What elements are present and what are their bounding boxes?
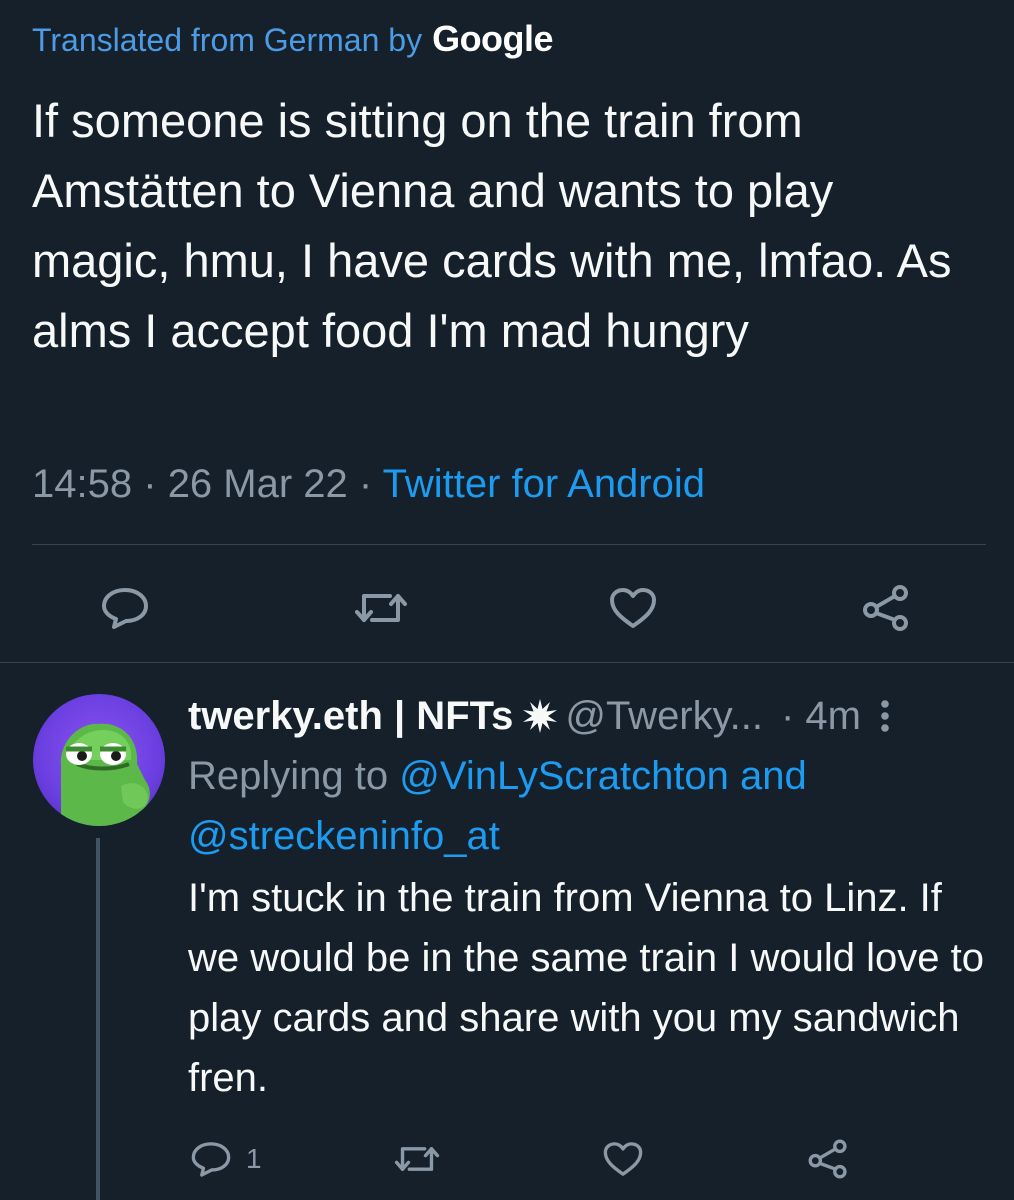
share-button[interactable] (860, 584, 912, 632)
tweet-date[interactable]: 26 Mar 22 (168, 462, 348, 506)
burst-icon (523, 699, 558, 733)
mention-link[interactable]: @streckeninfo_at (188, 814, 500, 858)
reply-button[interactable] (100, 586, 150, 630)
reply-time[interactable]: · 4m (781, 694, 861, 739)
tweet-action-bar (0, 572, 1014, 636)
tweet-source-link[interactable]: Twitter for Android (383, 462, 705, 506)
reply-action-bar: 1 (0, 1136, 1014, 1186)
avatar[interactable] (33, 694, 165, 826)
divider (32, 544, 986, 545)
share-button[interactable] (806, 1138, 850, 1180)
tweet-text: If someone is sitting on the train from … (32, 94, 952, 357)
translation-notice[interactable]: Translated from German by Google (32, 18, 554, 60)
reply-count: 1 (246, 1143, 262, 1174)
frog-avatar-image (60, 723, 150, 826)
heart-icon (603, 1142, 643, 1176)
translation-label: Translated from German by (32, 22, 423, 58)
mention-link[interactable]: @VinLyScratchton (399, 754, 729, 798)
more-options-button[interactable] (879, 698, 891, 734)
replying-label: Replying to (188, 754, 389, 798)
retweet-icon (355, 594, 407, 622)
tweet-time[interactable]: 14:58 (32, 462, 132, 506)
share-icon (863, 585, 908, 631)
retweet-button[interactable] (354, 586, 408, 630)
retweet-button[interactable] (394, 1140, 440, 1178)
share-icon (808, 1139, 847, 1179)
heart-icon (610, 588, 656, 628)
meta-separator: · (358, 462, 373, 506)
divider (0, 662, 1014, 663)
meta-separator: · (143, 462, 157, 506)
like-button[interactable] (608, 586, 658, 630)
replying-to: Replying to @VinLyScratchton and @streck… (188, 746, 988, 866)
reply-button[interactable]: 1 (190, 1140, 262, 1178)
reply-icon (102, 588, 148, 629)
reply-tweet[interactable]: twerky.eth | NFTs @Twerky... · 4m Replyi… (188, 688, 988, 1108)
reply-header: twerky.eth | NFTs @Twerky... · 4m (188, 688, 988, 744)
reply-handle[interactable]: @Twerky... (565, 694, 763, 739)
reply-text: I'm stuck in the train from Vienna to Li… (188, 876, 984, 1100)
like-button[interactable] (602, 1140, 644, 1178)
reply-display-name[interactable]: twerky.eth | NFTs (188, 694, 513, 739)
tweet-meta: 14:58 · 26 Mar 22 · Twitter for Android (32, 462, 705, 507)
reply-icon (191, 1142, 231, 1177)
retweet-icon (394, 1147, 440, 1171)
more-vertical-icon (881, 700, 889, 732)
and-word: and (740, 754, 807, 798)
google-logo: Google (432, 18, 554, 59)
